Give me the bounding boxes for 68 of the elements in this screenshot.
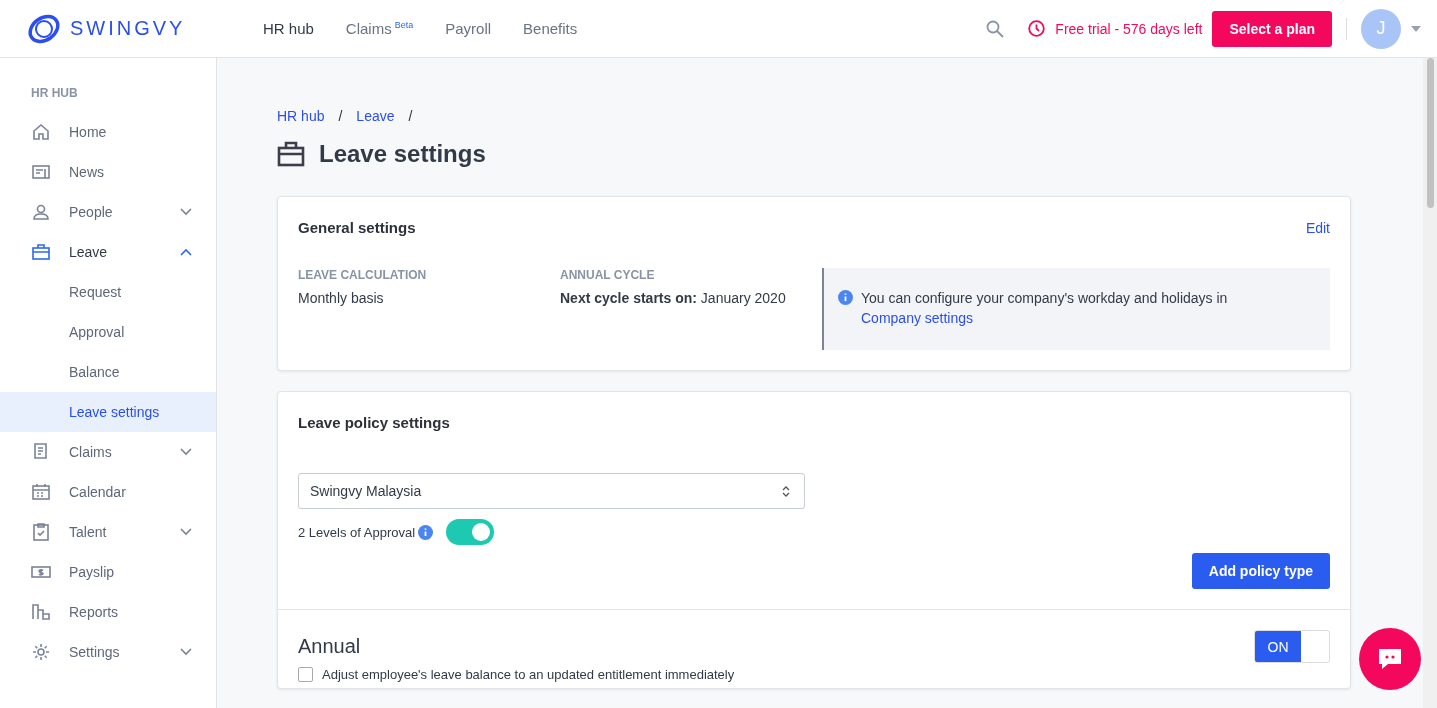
briefcase-icon: [277, 141, 305, 167]
field-value: Monthly basis: [298, 290, 385, 306]
field-label: ANNUAL CYCLE: [560, 268, 656, 282]
sidebar-item[interactable]: Settings: [0, 632, 216, 672]
nav-link[interactable]: Payroll: [445, 20, 492, 37]
caret-icon[interactable]: [1411, 25, 1421, 32]
trial-notice: Free trial - 576 days left: [1055, 20, 1203, 37]
brand-name: SWINGVY: [70, 17, 186, 40]
select-plan-button[interactable]: Select a plan: [1212, 10, 1332, 47]
person-icon: [31, 202, 51, 222]
scrollbar-thumb[interactable]: [1426, 58, 1434, 208]
field-value: January 2020: [700, 290, 786, 306]
policy-toggle[interactable]: ON: [1254, 630, 1330, 663]
approval-label: 2 Levels of Approval: [298, 524, 416, 540]
cal-icon: [31, 482, 51, 502]
chevron-icon[interactable]: [180, 648, 192, 656]
chevron-icon[interactable]: [180, 208, 192, 216]
home-icon: [31, 122, 51, 142]
sort-icon: [782, 485, 790, 497]
sidebar-item[interactable]: Claims: [0, 432, 216, 472]
page-title: Leave settings: [319, 140, 486, 168]
nav-link[interactable]: Claims $^{Beta}$: [345, 20, 414, 37]
sidebar-subitem[interactable]: Approval: [0, 312, 216, 352]
checkbox-label: Adjust employee's leave balance to an updated entitlement immediately: [322, 667, 735, 682]
search-icon[interactable]: [986, 19, 1005, 38]
add-policy-type-button[interactable]: Add policy type: [1191, 553, 1330, 589]
sidebar-item[interactable]: Payslip: [0, 552, 216, 592]
info-icon: [418, 524, 434, 540]
edit-link[interactable]: Edit: [1305, 219, 1330, 236]
approval-toggle[interactable]: [446, 519, 495, 545]
info-icon: [838, 290, 853, 305]
clock-icon: [1028, 20, 1046, 37]
sidebar-item[interactable]: Leave: [0, 232, 216, 272]
checkbox[interactable]: [298, 667, 313, 682]
sidebar-heading: HR HUB: [30, 86, 79, 102]
chat-icon: [1376, 646, 1404, 672]
breadcrumb-separator: /: [408, 108, 413, 124]
field-label: LEAVE CALCULATION: [298, 268, 428, 282]
policy-title: Annual: [298, 635, 361, 658]
sidebar-item[interactable]: Home: [0, 112, 216, 152]
sidebar-item[interactable]: Reports: [0, 592, 216, 632]
card-title: Leave policy settings: [298, 414, 451, 431]
clip-icon: [31, 522, 51, 542]
sidebar-item[interactable]: People: [0, 192, 216, 232]
sidebar-item[interactable]: Talent: [0, 512, 216, 552]
sidebar-subitem[interactable]: Request: [0, 272, 216, 312]
chevron-icon[interactable]: [180, 528, 192, 536]
chevron-icon[interactable]: [180, 448, 192, 456]
sidebar-item[interactable]: News: [0, 152, 216, 192]
info-text: You can configure your company's workday and holidays in Company settings: [861, 289, 1229, 328]
bars-icon: [31, 602, 51, 622]
field-key: Next cycle starts on:: [560, 290, 697, 306]
company-settings-link[interactable]: Company settings: [861, 310, 974, 326]
card-title: General settings: [298, 219, 416, 236]
nav-link[interactable]: HR hub: [263, 20, 314, 37]
breadcrumb-link[interactable]: HR hub: [277, 108, 325, 124]
gear-icon: [31, 642, 51, 662]
sidebar-item[interactable]: Calendar: [0, 472, 216, 512]
policy-select[interactable]: Swingvy Malaysia: [298, 473, 805, 509]
case-icon: [31, 242, 51, 262]
breadcrumb-separator: /: [338, 108, 343, 124]
sidebar-subitem[interactable]: Balance: [0, 352, 216, 392]
breadcrumb-link[interactable]: Leave: [356, 108, 395, 124]
logo-icon: [26, 12, 62, 45]
sidebar-subitem[interactable]: Leave settings: [0, 392, 216, 432]
chevron-icon[interactable]: [180, 248, 192, 256]
news-icon: [31, 162, 51, 182]
nav-link[interactable]: Benefits: [523, 20, 578, 37]
